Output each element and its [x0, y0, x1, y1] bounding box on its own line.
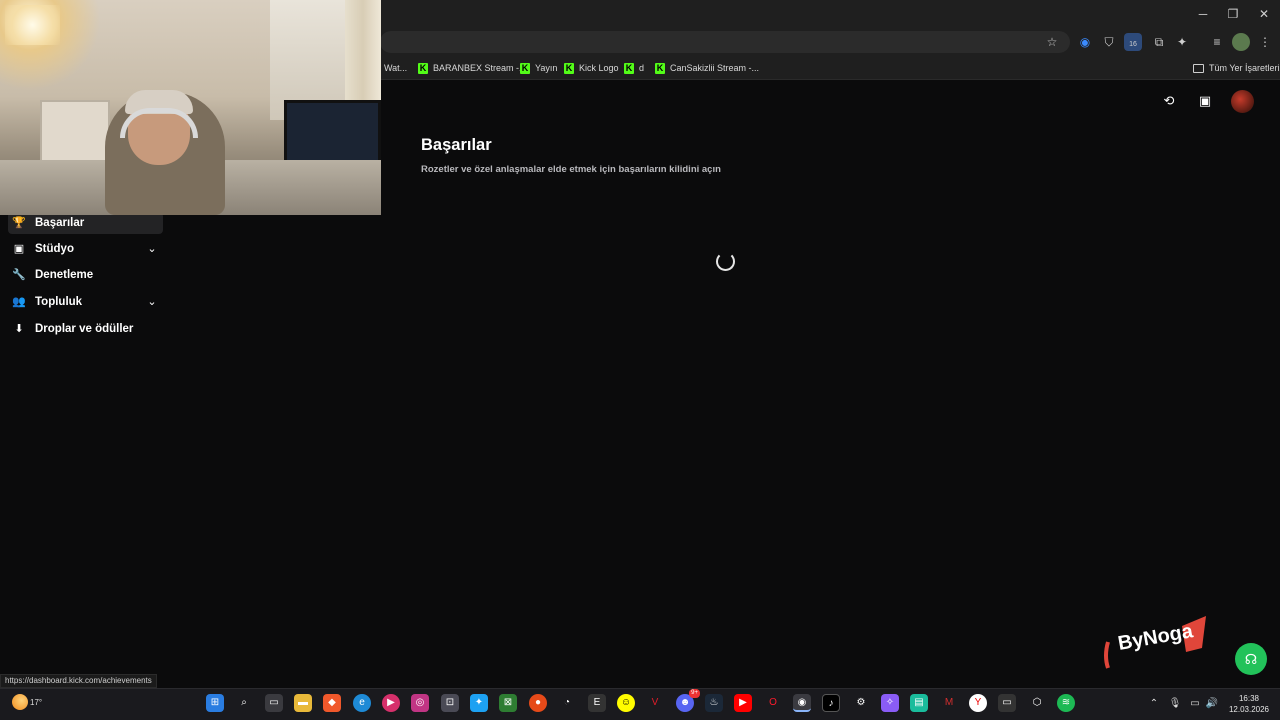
bookmark-star-icon[interactable]: ☆ [1043, 33, 1061, 51]
speedometer-icon[interactable]: ◔ [558, 694, 576, 712]
sidebar: 🏆 Başarılar ▣ Stüdyo ⌄ 🔧 Denetleme 👥 Top… [0, 212, 170, 342]
sidebar-item-drops[interactable]: ⬇ Droplar ve ödüller [8, 318, 163, 340]
support-chat-button[interactable]: ☊ [1235, 643, 1267, 675]
extension-audio-icon[interactable]: ◉ [1076, 33, 1094, 51]
stream-icon[interactable]: ▣ [1195, 91, 1215, 111]
brave-icon[interactable]: ◆ [323, 694, 341, 712]
wrench-icon: 🔧 [12, 269, 26, 281]
bynoga-logo: ByNoga [1104, 616, 1206, 669]
opera-icon[interactable]: O [764, 694, 782, 712]
instagram-icon[interactable]: ◎ [411, 694, 429, 712]
status-url: https://dashboard.kick.com/achievements [0, 674, 157, 688]
copilot-icon[interactable]: ✧ [881, 694, 899, 712]
app-grid-icon[interactable]: ▤ [910, 694, 928, 712]
discord-icon[interactable]: ☻ 9+ [676, 689, 700, 712]
bookmark-item[interactable]: K Yayın [520, 59, 557, 77]
xbox-icon[interactable]: ⊠ [499, 694, 517, 712]
twitter-icon[interactable]: ✦ [470, 694, 488, 712]
bookmark-item[interactable]: Kd [624, 59, 644, 77]
page-subtitle: Rozetler ve özel anlaşmalar elde etmek i… [421, 164, 721, 175]
close-button[interactable]: ✕ [1249, 4, 1279, 24]
taskbar [0, 688, 1280, 720]
bookmark-item[interactable]: K CanSakizlii Stream -... [655, 59, 759, 77]
bookmark-item[interactable]: K Kick Logo [564, 59, 619, 77]
clock-date: 12.03.2026 [1228, 705, 1270, 714]
taskbar-clock[interactable]: 16:38 12.03.2026 [1222, 693, 1276, 715]
windows-start-icon[interactable]: ⊞ [206, 694, 224, 712]
spotify-icon[interactable]: ≋ [1057, 694, 1075, 712]
media-player-icon[interactable]: ▶ [382, 694, 400, 712]
weather-sun-icon [12, 694, 28, 710]
youtube-icon[interactable]: ▶ [734, 694, 752, 712]
file-explorer-icon[interactable]: ▬ [294, 694, 312, 712]
extensions-puzzle-icon[interactable]: ✦ [1173, 33, 1191, 51]
bookmark-item[interactable]: Wat... [384, 59, 407, 77]
browser-menu-icon[interactable]: ⋮ [1256, 33, 1274, 51]
all-bookmarks-button[interactable]: Tüm Yer İşaretleri [1193, 59, 1280, 77]
extension-shield-icon[interactable]: ⛉ [1100, 33, 1118, 51]
chevron-down-icon[interactable]: ⌄ [145, 295, 159, 309]
hexagon-app-icon[interactable]: ⬡ [1028, 694, 1046, 712]
drops-icon: ⬇ [14, 323, 24, 335]
edge-icon[interactable]: e [353, 694, 371, 712]
address-bar[interactable] [380, 31, 1070, 53]
sidebar-item-label: Başarılar [35, 217, 85, 229]
community-icon: 👥 [12, 296, 26, 308]
valorant-icon[interactable]: V [646, 694, 664, 712]
bynoga-logo-text: ByNoga [1116, 620, 1195, 655]
snapchat-icon[interactable]: ☺ [617, 694, 635, 712]
sidebar-item-community[interactable]: 👥 Topluluk ⌄ [8, 291, 163, 313]
folder-icon [1193, 63, 1204, 73]
sidebar-item-label: Droplar ve ödüller [35, 323, 134, 335]
yandex-icon[interactable]: Y [969, 694, 987, 712]
terminal-icon[interactable]: ▭ [998, 694, 1016, 712]
bookmark-item[interactable]: K BARANBEX Stream -... [418, 59, 527, 77]
store-icon[interactable]: ⊡ [441, 694, 459, 712]
media-control-icon[interactable]: ≡ [1208, 33, 1226, 51]
sidebar-item-achievements[interactable]: 🏆 Başarılar [8, 212, 163, 234]
minimize-button[interactable]: ─ [1188, 4, 1218, 24]
trophy-icon: 🏆 [12, 217, 26, 229]
profile-avatar-icon[interactable] [1232, 33, 1250, 51]
mcafee-icon[interactable]: M [940, 694, 958, 712]
extension-badge-icon[interactable]: 16 [1124, 33, 1142, 51]
kick-logo-icon: K [655, 62, 665, 74]
kick-logo-icon: K [418, 62, 428, 74]
microphone-icon[interactable]: 🎙 [1168, 697, 1182, 711]
webcam-overlay [0, 0, 381, 215]
sidebar-item-moderation[interactable]: 🔧 Denetleme [8, 264, 163, 286]
network-icon[interactable]: ▭ [1188, 697, 1202, 711]
settings-gear-icon[interactable]: ⚙ [852, 694, 870, 712]
search-icon[interactable]: ⌕ [235, 694, 253, 712]
discord-badge: 9+ [689, 689, 700, 698]
webcam-lamp [5, 5, 60, 45]
task-view-icon[interactable]: ▭ [265, 694, 283, 712]
sidebar-item-studio[interactable]: ▣ Stüdyo ⌄ [8, 238, 163, 260]
maximize-button[interactable]: ❐ [1218, 4, 1248, 24]
tiktok-icon[interactable]: ♪ [822, 694, 840, 712]
clock-time: 16:38 [1238, 694, 1260, 703]
page-title: Başarılar [421, 136, 492, 154]
kick-logo-icon: K [520, 62, 530, 74]
chevron-down-icon[interactable]: ⌄ [145, 242, 159, 256]
tray-overflow-icon[interactable]: ⌃ [1147, 697, 1161, 711]
epic-games-icon[interactable]: E [588, 694, 606, 712]
sidebar-item-label: Stüdyo [35, 243, 74, 255]
steam-icon[interactable]: ♨ [705, 694, 723, 712]
extension-window-icon[interactable]: ⧉ [1150, 33, 1168, 51]
sidebar-item-label: Denetleme [35, 269, 94, 281]
kick-logo-icon: K [624, 62, 634, 74]
loading-spinner [716, 252, 735, 271]
weather-widget[interactable]: 17° [12, 694, 42, 710]
studio-icon: ▣ [13, 243, 25, 255]
volume-icon[interactable]: 🔊 [1205, 697, 1219, 711]
app-icon[interactable]: ● [529, 694, 547, 712]
chrome-icon[interactable]: ◉ [793, 694, 811, 712]
refresh-search-icon[interactable]: ⟲ [1159, 91, 1179, 111]
weather-temp: 17° [30, 697, 43, 707]
avatar[interactable] [1231, 90, 1254, 113]
sidebar-item-label: Topluluk [35, 296, 83, 308]
kick-logo-icon: K [564, 62, 574, 74]
